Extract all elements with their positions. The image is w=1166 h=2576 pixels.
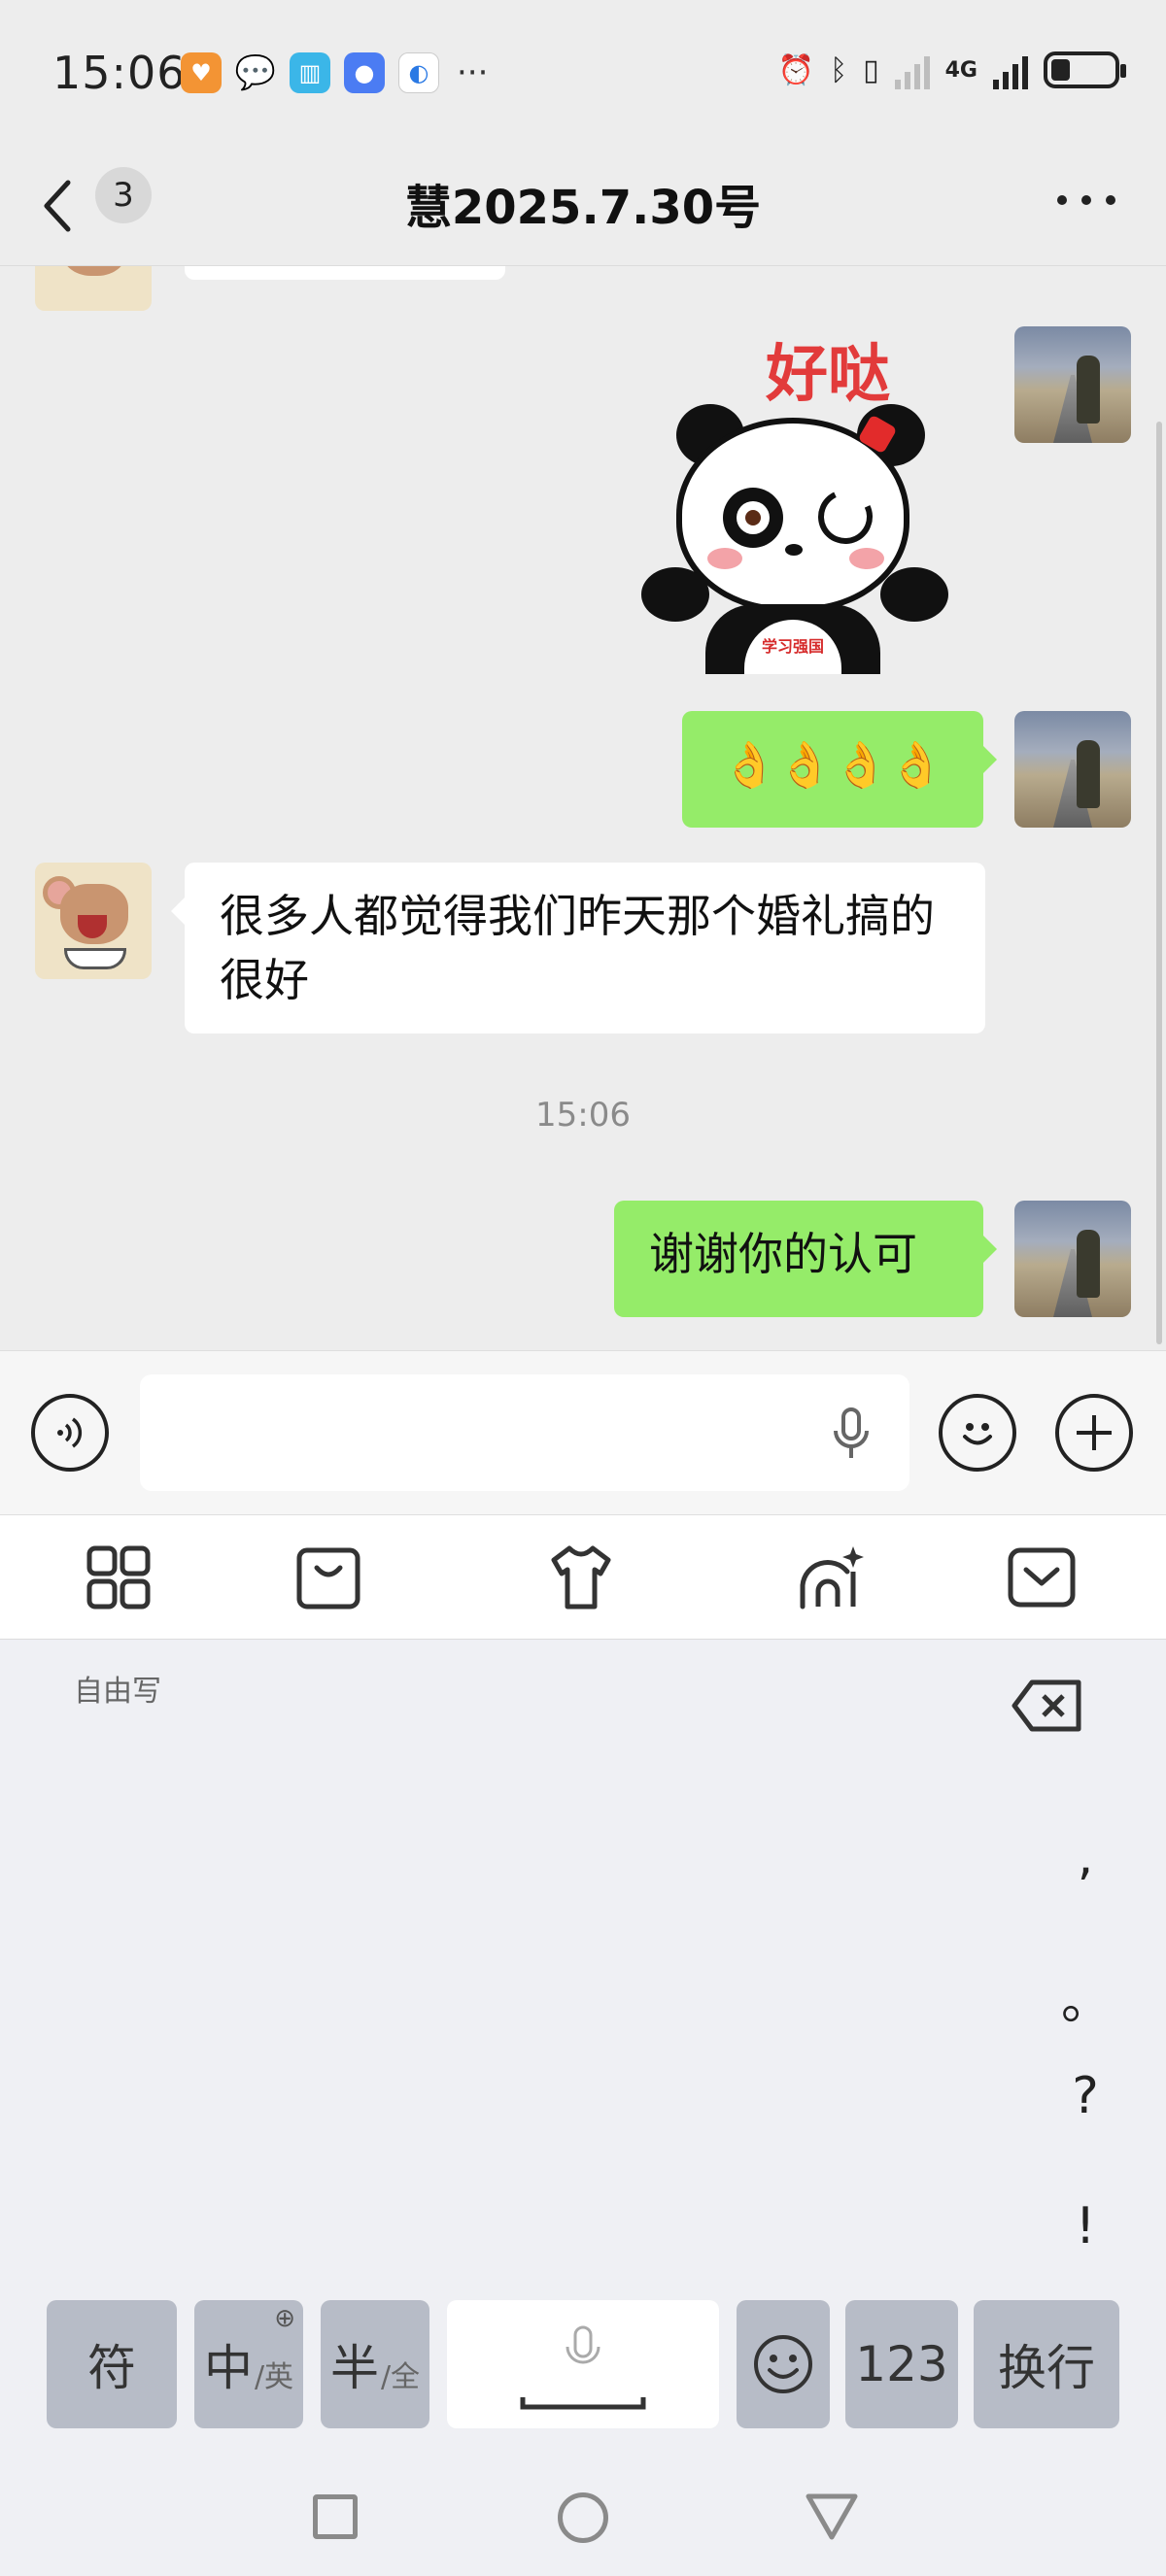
width-toggle-key[interactable]: 半/全 — [321, 2300, 429, 2428]
battery-icon — [1044, 51, 1126, 88]
width-main-label: 半 — [329, 2340, 379, 2396]
network-type-label: 4G — [944, 57, 977, 83]
status-bar: 15:06 ♥ 💬 ▥ ● ◐ ··· ⏰ ᛒ ▯ 4G — [0, 0, 1166, 146]
message-bubble-incoming[interactable]: 很多人都觉得我们昨天那个婚礼搞的很好 — [171, 863, 985, 1034]
language-sub-label: /英 — [254, 2360, 294, 2394]
handwriting-keyboard[interactable]: 自由写 , 。 ? ! 符 中/英 ⊕ 半/全 123 换行 — [0, 1640, 1166, 2576]
status-time: 15:06 — [52, 47, 187, 99]
browser-app-icon: ◐ — [398, 52, 439, 93]
width-sub-label: /全 — [380, 2360, 421, 2394]
chat-title: 慧2025.7.30号 — [404, 181, 762, 235]
microphone-icon[interactable] — [832, 1407, 871, 1462]
alarm-icon: ⏰ — [777, 52, 815, 87]
battery-level — [1051, 59, 1070, 81]
wechat-icon: 💬 — [234, 53, 277, 92]
my-avatar[interactable] — [1014, 326, 1131, 443]
newline-key[interactable]: 换行 — [974, 2300, 1119, 2428]
apps-grid-icon[interactable] — [84, 1542, 154, 1612]
contact-avatar[interactable] — [35, 863, 152, 979]
system-status-icons: ⏰ ᛒ ▯ 4G — [777, 51, 1126, 89]
comma-key[interactable]: , — [1061, 1828, 1110, 1886]
notification-icons: ♥ 💬 ▥ ● ◐ ··· — [181, 52, 488, 93]
more-notifications-icon: ··· — [457, 53, 489, 92]
emoji-key[interactable] — [737, 2300, 830, 2428]
question-key[interactable]: ? — [1061, 2067, 1110, 2125]
message-input[interactable] — [140, 1374, 909, 1491]
scrollbar[interactable] — [1156, 422, 1162, 1344]
skin-shirt-icon[interactable] — [546, 1542, 616, 1612]
sticker-badge: 学习强国 — [761, 637, 824, 656]
message-bubble-outgoing[interactable]: 👌👌👌👌 — [682, 711, 997, 828]
chat-header: 3 慧2025.7.30号 — [0, 146, 1166, 266]
emoji-button[interactable] — [939, 1394, 1016, 1472]
period-key[interactable]: 。 — [1061, 1960, 1112, 2033]
sticker-text: 好哒 — [766, 339, 890, 411]
input-bar — [0, 1350, 1166, 1515]
more-options-button[interactable] — [1057, 181, 1115, 220]
more-functions-button[interactable] — [1055, 1394, 1133, 1472]
shopping-app-icon: ♥ — [181, 52, 222, 93]
signal-sim1-icon — [894, 51, 930, 89]
shopping-bag-icon[interactable] — [293, 1542, 363, 1612]
language-toggle-key[interactable]: 中/英 ⊕ — [194, 2300, 303, 2428]
voice-wave-icon — [57, 1417, 83, 1448]
panda-sticker[interactable]: 好哒 学习强国 — [637, 324, 987, 674]
signal-sim2-icon — [993, 51, 1028, 89]
my-avatar[interactable] — [1014, 1201, 1131, 1317]
collapse-keyboard-icon[interactable] — [1007, 1542, 1077, 1612]
message-app-icon: ● — [344, 52, 385, 93]
vibrate-icon: ▯ — [863, 52, 879, 87]
my-avatar[interactable] — [1014, 711, 1131, 828]
system-navigation-bar — [0, 2465, 1166, 2576]
home-button[interactable] — [558, 2492, 608, 2543]
back-triangle-icon[interactable] — [805, 2492, 859, 2541]
message-list[interactable]: 好哒 学习强国 👌👌👌👌 很多人都觉得我们昨天那个婚礼搞的很好 15:06 谢谢… — [0, 266, 1166, 1350]
message-bubble-outgoing[interactable]: 谢谢你的认可 — [614, 1201, 997, 1317]
symbols-key[interactable]: 符 — [47, 2300, 177, 2428]
keyboard-toolbar — [0, 1515, 1166, 1640]
bluetooth-icon: ᛒ — [830, 52, 848, 87]
plus-icon — [1077, 1415, 1112, 1450]
reader-app-icon: ▥ — [290, 52, 330, 93]
contact-avatar[interactable] — [35, 266, 152, 311]
backspace-icon[interactable] — [1011, 1678, 1082, 1733]
space-key[interactable] — [447, 2300, 719, 2428]
ai-assistant-icon[interactable] — [797, 1542, 867, 1612]
recents-button[interactable] — [313, 2494, 358, 2539]
exclamation-key[interactable]: ! — [1061, 2197, 1110, 2255]
message-bubble-partial — [185, 266, 505, 280]
space-bar-icon — [520, 2325, 646, 2410]
numbers-key[interactable]: 123 — [845, 2300, 958, 2428]
language-main-label: 中 — [203, 2340, 253, 2396]
globe-icon: ⊕ — [274, 2304, 295, 2333]
voice-mode-button[interactable] — [31, 1394, 109, 1472]
smiley-icon — [754, 2335, 812, 2393]
handwriting-mode-label: 自由写 — [74, 1675, 161, 1709]
time-separator: 15:06 — [535, 1096, 631, 1135]
smiley-icon — [963, 1423, 992, 1445]
